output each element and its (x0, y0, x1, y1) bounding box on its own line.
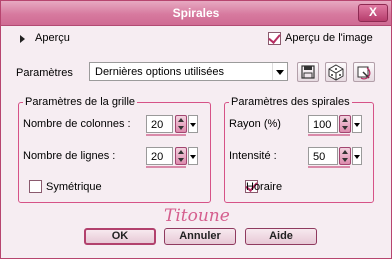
columns-input[interactable]: 20 (146, 115, 173, 133)
presets-label: Paramètres (16, 67, 73, 79)
title-bar[interactable]: Spirales X (1, 1, 391, 26)
rows-slider[interactable] (146, 166, 186, 168)
presets-select[interactable]: Dernières options utilisées (89, 62, 288, 81)
image-preview-checkbox[interactable] (268, 32, 281, 45)
rows-label: Nombre de lignes : (23, 150, 116, 162)
symmetric-checkbox[interactable] (29, 180, 42, 193)
radius-dropdown[interactable] (352, 115, 362, 133)
random-preset-button[interactable] (325, 62, 347, 82)
reset-default-button[interactable] (353, 62, 375, 82)
expand-preview-icon[interactable] (20, 35, 25, 43)
watermark-signature: Titoune (164, 206, 230, 226)
random-dice-icon (328, 64, 344, 81)
spiral-settings-title: Paramètres des spirales (229, 96, 352, 108)
radius-input[interactable]: 100 (308, 115, 338, 133)
symmetric-label[interactable]: Symétrique (46, 181, 102, 193)
columns-slider[interactable] (146, 134, 186, 136)
radius-slider[interactable] (308, 134, 350, 136)
rows-stepper[interactable] (175, 147, 187, 165)
image-preview-label[interactable]: Aperçu de l'image (285, 32, 373, 44)
columns-label: Nombre de colonnes : (23, 118, 131, 130)
close-icon: X (368, 5, 377, 19)
clockwise-label[interactable]: Horaire (246, 181, 282, 193)
grid-settings-title: Paramètres de la grille (23, 96, 138, 108)
cancel-button[interactable]: Annuler (164, 228, 236, 245)
window-title: Spirales (172, 6, 220, 20)
rows-dropdown[interactable] (188, 147, 198, 165)
save-preset-button[interactable] (297, 62, 319, 82)
radius-stepper[interactable] (339, 115, 351, 133)
save-preset-icon (301, 65, 315, 79)
radius-value: 100 (313, 119, 332, 131)
intensity-stepper[interactable] (339, 147, 351, 165)
presets-selected-value: Dernières options utilisées (95, 66, 225, 78)
intensity-dropdown[interactable] (352, 147, 362, 165)
preview-toggle-label[interactable]: Aperçu (35, 32, 70, 44)
reset-default-icon (357, 66, 371, 80)
columns-stepper[interactable] (175, 115, 187, 133)
rows-value: 20 (151, 151, 164, 163)
columns-dropdown[interactable] (188, 115, 198, 133)
ok-button[interactable]: OK (84, 228, 156, 245)
intensity-input[interactable]: 50 (308, 147, 338, 165)
rows-input[interactable]: 20 (146, 147, 173, 165)
chevron-down-icon[interactable] (272, 63, 287, 80)
dialog-window: Spirales X Aperçu Aperçu de l'image Para… (0, 0, 392, 259)
intensity-value: 50 (313, 151, 326, 163)
intensity-label: Intensité : (229, 150, 277, 162)
close-button[interactable]: X (358, 4, 388, 22)
radius-label: Rayon (%) (229, 118, 281, 130)
intensity-slider[interactable] (308, 166, 350, 168)
help-button[interactable]: Aide (245, 228, 317, 245)
columns-value: 20 (151, 119, 164, 131)
